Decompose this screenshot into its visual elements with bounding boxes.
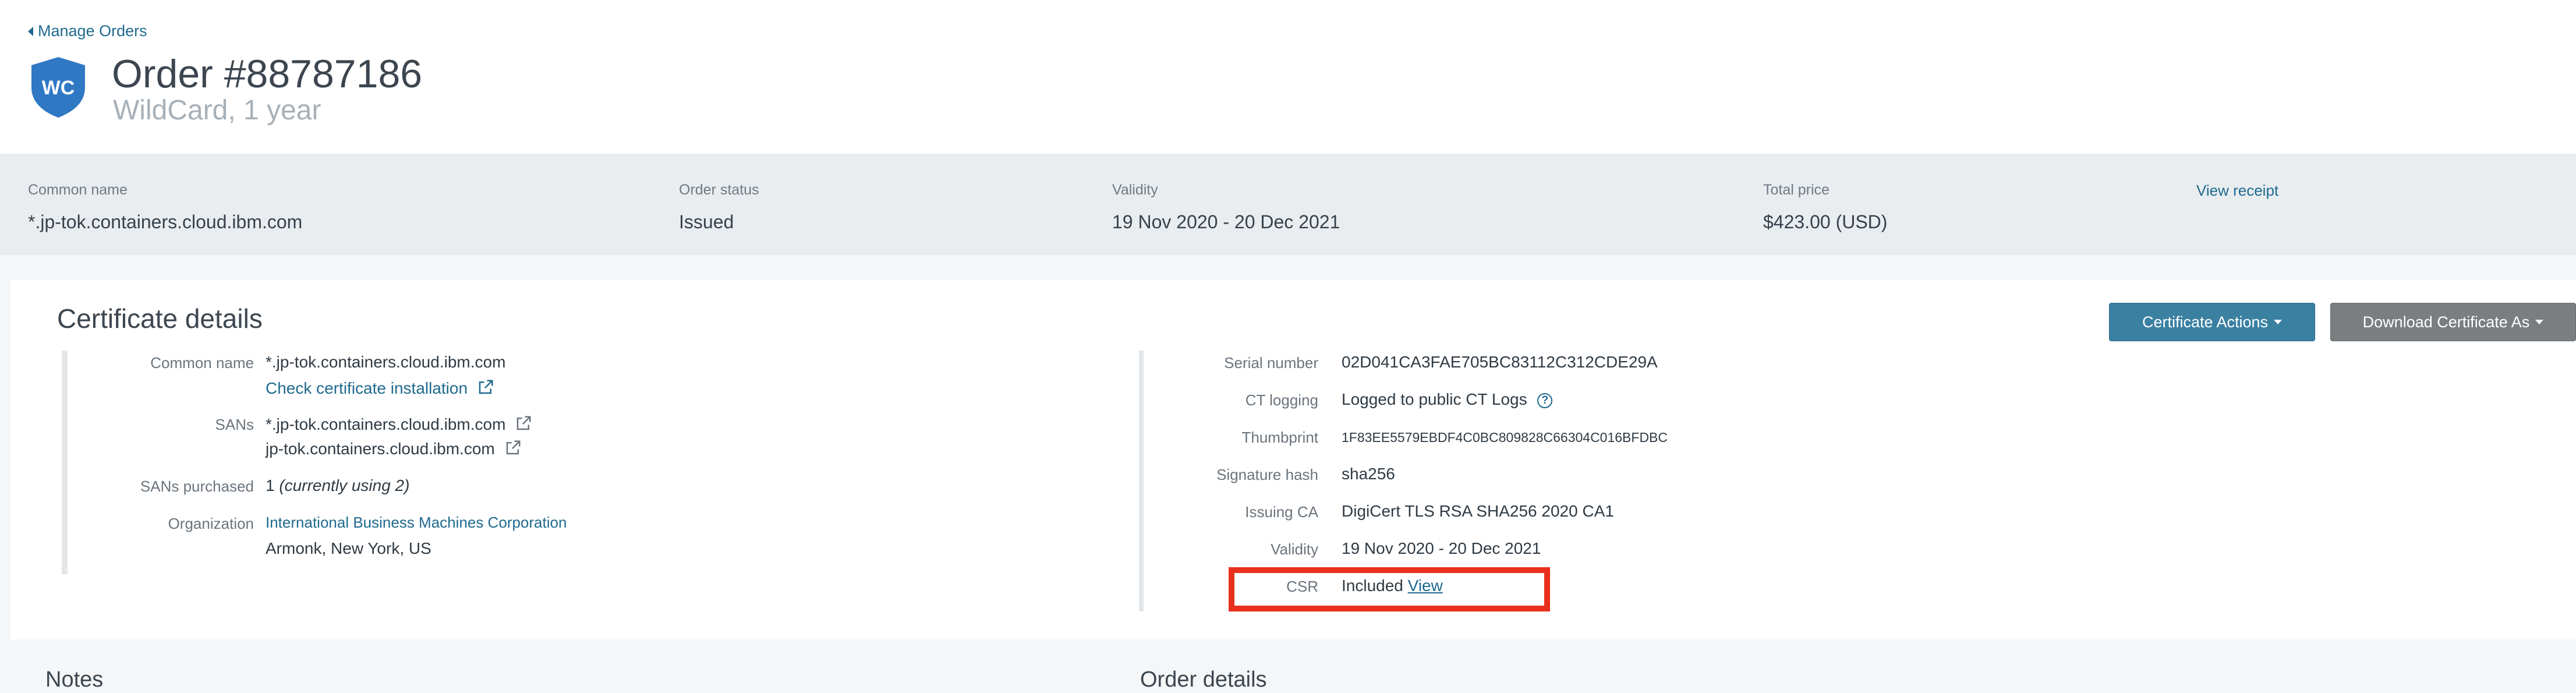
order-page: Manage Orders WC Order #88787186 WildCar… [0,0,2576,693]
issuing-ca-label: Issuing CA [1245,503,1318,521]
san-value: *.jp-tok.containers.cloud.ibm.com [266,415,506,433]
common-name-label: Common name [150,354,254,372]
chevron-left-icon [28,26,33,36]
serial-number-value: 02D041CA3FAE705BC83112C312CDE29A [1342,353,1658,371]
summary-value: Issued [679,211,734,232]
san-value: jp-tok.containers.cloud.ibm.com [266,440,495,458]
signature-hash-value: sha256 [1342,465,1395,483]
ct-logging-text: Logged to public CT Logs [1342,390,1527,408]
sans-purchased-label: SANs purchased [140,478,254,495]
csr-status: Included [1342,577,1403,595]
view-receipt-label: View receipt [2196,182,2279,199]
certificate-actions-label: Certificate Actions [2142,313,2269,331]
breadcrumb-manage-orders[interactable]: Manage Orders [28,22,147,40]
order-details-heading: Order details [1140,667,1267,692]
external-link-icon[interactable] [504,439,522,457]
thumbprint-label: Thumbprint [1241,429,1319,446]
summary-common-name: Common name *.jp-tok.containers.cloud.ib… [28,182,302,233]
summary-label: Validity [1112,182,1158,198]
san-item: *.jp-tok.containers.cloud.ibm.com [266,415,532,434]
sans-purchased-value: 1 (currently using 2) [266,476,409,495]
summary-label: Total price [1763,182,1830,198]
download-certificate-label: Download Certificate As [2362,313,2530,331]
ct-logging-value: Logged to public CT Logs ? [1342,390,1553,409]
csr-view-link[interactable]: View [1408,577,1443,595]
organization-link[interactable]: International Business Machines Corporat… [266,514,567,532]
validity-value: 19 Nov 2020 - 20 Dec 2021 [1342,539,1541,557]
summary-label: Order status [679,182,759,198]
caret-down-icon [2274,320,2283,324]
summary-validity: Validity 19 Nov 2020 - 20 Dec 2021 [1112,182,1340,233]
thumbprint-value: 1F83EE5579EBDF4C0BC809828C66304C016BFDBC [1342,430,1668,445]
common-name-value: *.jp-tok.containers.cloud.ibm.com [266,353,506,371]
download-certificate-button[interactable]: Download Certificate As [2330,303,2576,341]
breadcrumb-label: Manage Orders [38,22,147,40]
summary-value: *.jp-tok.containers.cloud.ibm.com [28,211,303,232]
external-link-icon[interactable] [515,415,532,432]
view-receipt-link[interactable]: View receipt [2196,182,2278,200]
order-title: Order #88787186 [112,52,423,96]
check-installation-label: Check certificate installation [266,379,468,397]
left-column-divider [62,351,68,574]
issuing-ca-value: DigiCert TLS RSA SHA256 2020 CA1 [1342,502,1614,520]
signature-hash-label: Signature hash [1216,466,1318,483]
csr-value: Included View [1342,577,1443,595]
summary-label: Common name [28,182,128,198]
certificate-details-title: Certificate details [57,303,263,334]
certificate-actions-button[interactable]: Certificate Actions [2109,303,2315,341]
ct-logging-label: CT logging [1245,391,1318,409]
external-link-icon [479,380,493,394]
column-divider [1139,351,1144,611]
organization-location: Armonk, New York, US [266,539,431,557]
sans-purchased-count: 1 [266,476,275,494]
csr-label: CSR [1286,578,1318,595]
summary-order-status: Order status Issued [679,182,759,233]
organization-label: Organization [168,515,254,532]
validity-label: Validity [1271,540,1318,558]
order-header: Manage Orders WC Order #88787186 WildCar… [0,0,2576,154]
caret-down-icon [2535,320,2544,324]
summary-value: 19 Nov 2020 - 20 Dec 2021 [1112,211,1340,232]
order-summary: Common name *.jp-tok.containers.cloud.ib… [0,154,2576,255]
notes-heading: Notes [45,667,104,692]
san-item: jp-tok.containers.cloud.ibm.com [266,439,522,458]
order-subtitle: WildCard, 1 year [113,95,321,126]
help-circle-icon[interactable]: ? [1537,393,1553,408]
summary-total-price: Total price $423.00 (USD) [1763,182,1887,233]
wildcard-shield-icon: WC [31,57,85,118]
sans-label: SANs [215,416,254,433]
sans-purchased-note: (currently using 2) [279,476,410,494]
serial-number-label: Serial number [1224,354,1318,372]
certificate-details-card: Certificate details Certificate Actions … [10,280,2576,639]
product-badge: WC [42,77,75,99]
summary-value: $423.00 (USD) [1763,211,1888,232]
check-installation-link[interactable]: Check certificate installation [266,379,494,398]
